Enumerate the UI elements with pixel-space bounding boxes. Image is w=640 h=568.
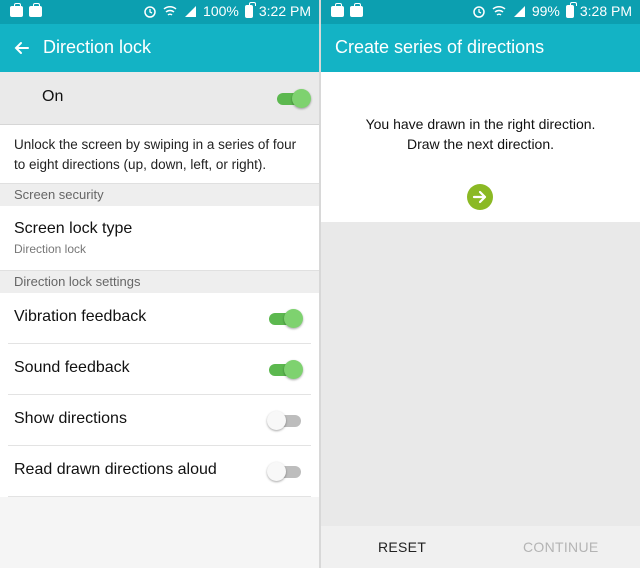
show-directions-label: Show directions (14, 410, 127, 427)
master-switch-label: On (42, 88, 64, 105)
page-title: Direction lock (43, 37, 152, 57)
battery-icon (565, 1, 577, 18)
vibration-feedback-toggle[interactable] (269, 307, 303, 329)
wifi-icon (163, 5, 177, 16)
settings-list: Vibration feedback Sound feedback Show d… (0, 293, 319, 497)
app-bar: Create series of directions (321, 24, 640, 72)
sound-feedback-item[interactable]: Sound feedback (8, 344, 311, 395)
sound-feedback-label: Sound feedback (14, 359, 130, 376)
screen-lock-type-label: Screen lock type (14, 220, 133, 237)
back-arrow-icon[interactable] (10, 36, 34, 60)
bottom-action-bar: RESET CONTINUE (321, 526, 640, 568)
shopping-bag-icon (350, 3, 363, 17)
instruction-panel: You have drawn in the right direction. D… (321, 72, 640, 222)
screen-lock-type-value: Direction lock (14, 242, 87, 256)
signal-icon (185, 6, 197, 17)
master-switch-row[interactable]: On (0, 72, 319, 125)
signal-icon (513, 6, 525, 17)
shopping-bag-icon (10, 3, 23, 17)
app-bar: Direction lock (0, 24, 319, 72)
vibration-feedback-label: Vibration feedback (14, 308, 147, 325)
read-directions-aloud-toggle[interactable] (267, 460, 303, 482)
arrow-right-circle-icon (467, 184, 493, 210)
alarm-icon (473, 6, 485, 18)
wifi-icon (492, 5, 506, 16)
create-directions-screen: 99% 3:28 PM Create series of directions … (321, 0, 640, 568)
read-directions-aloud-label: Read drawn directions aloud (14, 461, 217, 478)
master-toggle[interactable] (277, 87, 311, 109)
section-header-direction-lock-settings: Direction lock settings (0, 270, 319, 293)
continue-button[interactable]: CONTINUE (523, 539, 599, 555)
screen-lock-type-item[interactable]: Screen lock type Direction lock (0, 206, 319, 270)
instruction-line-2: Draw the next direction. (406, 136, 555, 152)
status-time: 3:22 PM (258, 3, 311, 19)
reset-button[interactable]: RESET (378, 539, 426, 555)
shopping-bag-icon (29, 3, 42, 17)
battery-percent: 100% (203, 3, 239, 19)
show-directions-item[interactable]: Show directions (8, 395, 311, 446)
section-header-screen-security: Screen security (0, 183, 319, 206)
direction-lock-settings-screen: 100% 3:22 PM Direction lock On Unlock th… (0, 0, 319, 568)
battery-percent: 99% (531, 3, 560, 19)
direction-drawing-area[interactable] (321, 222, 640, 526)
status-bar: 99% 3:28 PM (321, 0, 640, 24)
sound-feedback-toggle[interactable] (269, 358, 303, 380)
read-directions-aloud-item[interactable]: Read drawn directions aloud (8, 446, 311, 497)
show-directions-toggle[interactable] (267, 409, 303, 431)
description-text: Unlock the screen by swiping in a series… (0, 125, 319, 183)
vibration-feedback-item[interactable]: Vibration feedback (8, 293, 311, 344)
battery-icon (244, 1, 256, 18)
page-title: Create series of directions (335, 37, 545, 57)
status-bar: 100% 3:22 PM (0, 0, 319, 24)
status-time: 3:28 PM (579, 3, 632, 19)
alarm-icon (144, 6, 156, 18)
instruction-line-1: You have drawn in the right direction. (365, 116, 596, 132)
shopping-bag-icon (331, 3, 344, 17)
